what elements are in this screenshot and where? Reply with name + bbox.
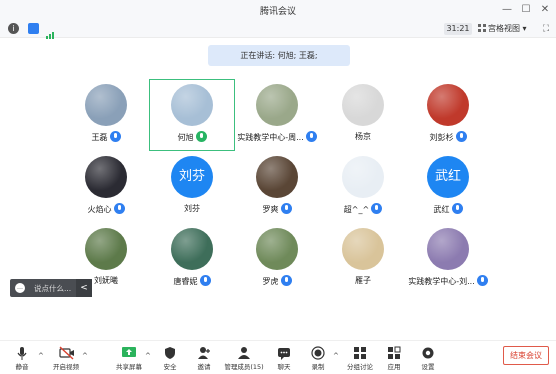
- avatar: [427, 228, 469, 270]
- minimize-button[interactable]: —: [500, 3, 514, 17]
- participant-name: 刘芬: [184, 204, 200, 213]
- avatar: [342, 84, 384, 126]
- share-screen-icon: [122, 345, 136, 359]
- chat-placeholder[interactable]: 说点什么...: [34, 283, 71, 294]
- chat-bubble-icon: …: [15, 283, 25, 293]
- participant-name: 何旭: [177, 133, 194, 142]
- avatar: [256, 228, 298, 270]
- participant-name: 火焰心: [87, 205, 112, 214]
- title-bar: 腾讯会议 — ☐ ✕: [0, 0, 556, 20]
- participant-name: 刘彭杉: [429, 133, 454, 142]
- avatar: [427, 84, 469, 126]
- members-icon: [237, 345, 251, 359]
- bottom-toolbar: 静音 ^ 开启视频 ^ 共享屏幕 ^ 安全 邀请 管理成员(15) 聊天 录制 …: [0, 340, 556, 374]
- participant-name: 唐睿妮: [173, 277, 198, 286]
- chat-input-bar[interactable]: … 说点什么... <: [10, 279, 92, 297]
- avatar: [256, 84, 298, 126]
- maximize-button[interactable]: ☐: [519, 3, 533, 17]
- invite-label: 邀请: [197, 363, 211, 371]
- participant-name: 罗虎: [262, 277, 279, 286]
- record-icon: [311, 345, 325, 360]
- avatar: [85, 84, 127, 126]
- invite-button[interactable]: 邀请: [184, 345, 224, 374]
- microphone-icon: [451, 203, 463, 214]
- participant-name: 超^_^: [343, 205, 370, 214]
- speaking-indicator: 正在讲话: 何旭; 王磊;: [208, 45, 350, 66]
- participant-name: 杨京: [355, 132, 371, 141]
- meeting-timer: 31:21: [444, 23, 472, 35]
- end-meeting-button[interactable]: 结束会议: [503, 346, 549, 365]
- mute-label: 静音: [15, 363, 29, 371]
- participant-name: 武红: [433, 205, 450, 214]
- chevron-left-icon[interactable]: <: [76, 279, 92, 297]
- chevron-up-icon[interactable]: ^: [82, 352, 88, 360]
- share-screen-label: 共享屏幕: [116, 363, 142, 371]
- info-icon[interactable]: i: [8, 23, 19, 34]
- avatar: [342, 228, 384, 270]
- gear-icon: [421, 345, 435, 359]
- grid-icon: [478, 24, 486, 32]
- chevron-up-icon[interactable]: ^: [38, 352, 44, 360]
- participant-name-row: 实践教学中心-刘...: [373, 275, 523, 287]
- record-label: 录制: [311, 363, 325, 371]
- close-button[interactable]: ✕: [538, 3, 552, 17]
- participant-name: 雁子: [355, 276, 371, 285]
- participant-name-row: 刘彭杉: [373, 131, 523, 143]
- camera-off-icon: [59, 345, 74, 360]
- chevron-up-icon[interactable]: ^: [333, 352, 339, 360]
- record-button[interactable]: 录制: [298, 345, 338, 374]
- avatar: 刘芬: [171, 156, 213, 198]
- manage-members-button[interactable]: 管理成员(15): [222, 345, 266, 374]
- chat-icon: [277, 345, 291, 360]
- breakout-icon: [353, 345, 367, 359]
- shield-icon[interactable]: [28, 23, 39, 34]
- invite-user-icon: [197, 345, 211, 359]
- avatar: 武红: [427, 156, 469, 198]
- video-button[interactable]: 开启视频: [46, 345, 86, 374]
- video-label: 开启视频: [53, 363, 79, 371]
- participant-name: 刘妩曦: [94, 276, 118, 285]
- settings-label: 设置: [421, 363, 435, 371]
- shield-icon: [163, 345, 177, 359]
- grid-view-label: 宫格视图: [488, 24, 520, 33]
- grid-view-button[interactable]: 宫格视图 ▾: [478, 22, 536, 36]
- mute-button[interactable]: 静音: [2, 345, 42, 374]
- fullscreen-icon[interactable]: ⛶: [540, 23, 552, 35]
- avatar: [85, 156, 127, 198]
- participant-name: 实践教学中心-刘...: [408, 277, 475, 286]
- participant-name: 罗爽: [262, 205, 279, 214]
- microphone-icon: [476, 275, 488, 286]
- participant-name-row: 武红: [373, 203, 523, 215]
- microphone-icon: [455, 131, 467, 142]
- signal-icon[interactable]: [46, 24, 56, 39]
- meeting-info-bar: i 31:21 宫格视图 ▾ ⛶: [0, 20, 556, 39]
- avatar: [171, 84, 213, 126]
- participant-tile[interactable]: 武红 武红: [403, 152, 493, 222]
- participant-tile[interactable]: 实践教学中心-刘...: [403, 224, 493, 294]
- microphone-icon: [109, 131, 121, 142]
- share-screen-button[interactable]: 共享屏幕: [109, 345, 149, 374]
- settings-button[interactable]: 设置: [408, 345, 448, 374]
- avatar: [171, 228, 213, 270]
- microphone-icon: [15, 345, 29, 360]
- participant-name: 王磊: [91, 133, 108, 142]
- avatar: [256, 156, 298, 198]
- avatar: [85, 228, 127, 270]
- apps-icon: [387, 345, 401, 359]
- window-title: 腾讯会议: [259, 7, 296, 17]
- members-label: 管理成员(15): [224, 363, 264, 371]
- participant-tile[interactable]: 刘彭杉: [403, 80, 493, 150]
- avatar: [342, 156, 384, 198]
